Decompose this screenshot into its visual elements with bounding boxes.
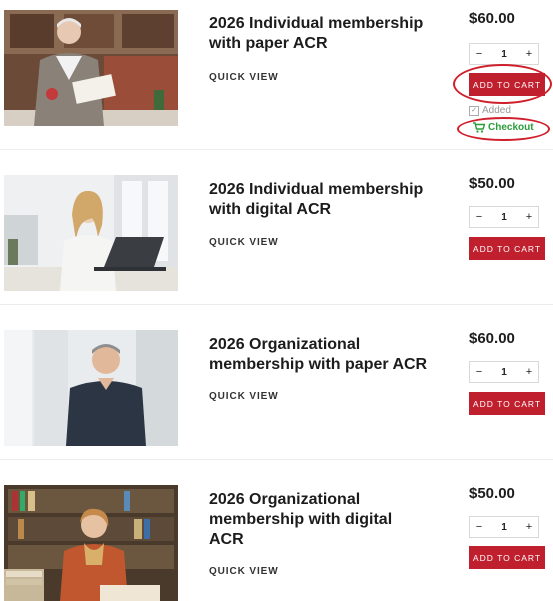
- add-to-cart-button[interactable]: ADD TO CART: [469, 237, 545, 260]
- quick-view-link[interactable]: QUICK VIEW: [209, 391, 279, 402]
- quick-view-link[interactable]: QUICK VIEW: [209, 237, 279, 248]
- qty-value[interactable]: 1: [488, 522, 520, 533]
- title-line: 2026 Organizational: [209, 491, 361, 508]
- title-line: membership with digital: [209, 511, 393, 528]
- product-price: $60.00: [469, 330, 515, 347]
- title-line: 2026 Individual membership: [209, 181, 424, 198]
- product-card-individual-digital: 2026 Individual membership with digital …: [0, 150, 553, 305]
- add-to-cart-button[interactable]: ADD TO CART: [469, 73, 545, 96]
- product-image[interactable]: [4, 10, 178, 126]
- qty-value[interactable]: 1: [488, 367, 520, 378]
- product-price: $50.00: [469, 485, 515, 502]
- qty-increment-button[interactable]: +: [520, 211, 538, 223]
- product-title[interactable]: 2026 Individual membership with paper AC…: [209, 14, 449, 54]
- title-line: membership with paper ACR: [209, 356, 428, 373]
- add-to-cart-button[interactable]: ADD TO CART: [469, 546, 545, 569]
- qty-decrement-button[interactable]: −: [470, 366, 488, 378]
- checkout-label: Checkout: [488, 122, 534, 133]
- added-label: Added: [482, 105, 511, 116]
- qty-increment-button[interactable]: +: [520, 48, 538, 60]
- qty-value[interactable]: 1: [488, 49, 520, 60]
- quick-view-link[interactable]: QUICK VIEW: [209, 566, 279, 577]
- product-price: $50.00: [469, 175, 515, 192]
- title-line: 2026 Organizational: [209, 336, 361, 353]
- product-title[interactable]: 2026 Individual membership with digital …: [209, 180, 449, 220]
- qty-decrement-button[interactable]: −: [470, 211, 488, 223]
- qty-decrement-button[interactable]: −: [470, 521, 488, 533]
- product-card-organizational-paper: 2026 Organizational membership with pape…: [0, 305, 553, 460]
- title-line: ACR: [209, 531, 244, 548]
- man-portrait-photo: [4, 330, 178, 446]
- product-title[interactable]: 2026 Organizational membership with pape…: [209, 335, 449, 375]
- product-image[interactable]: [4, 485, 178, 601]
- product-image[interactable]: [4, 175, 178, 291]
- quick-view-link[interactable]: QUICK VIEW: [209, 72, 279, 83]
- title-line: 2026 Individual membership: [209, 15, 424, 32]
- product-card-organizational-digital: 2026 Organizational membership with digi…: [0, 460, 553, 601]
- qty-increment-button[interactable]: +: [520, 521, 538, 533]
- title-line: with digital ACR: [209, 201, 332, 218]
- product-price: $60.00: [469, 10, 515, 27]
- quantity-stepper: − 1 +: [469, 43, 539, 65]
- checkout-link[interactable]: Checkout: [473, 122, 534, 133]
- add-to-cart-button[interactable]: ADD TO CART: [469, 392, 545, 415]
- added-indicator: ✓ Added: [469, 105, 511, 116]
- product-image[interactable]: [4, 330, 178, 446]
- woman-laptop-photo: [4, 175, 178, 291]
- quantity-stepper: − 1 +: [469, 361, 539, 383]
- qty-value[interactable]: 1: [488, 212, 520, 223]
- quantity-stepper: − 1 +: [469, 206, 539, 228]
- woman-library-photo: [4, 485, 178, 601]
- qty-increment-button[interactable]: +: [520, 366, 538, 378]
- quantity-stepper: − 1 +: [469, 516, 539, 538]
- check-icon: ✓: [469, 105, 479, 116]
- product-card-individual-paper: 2026 Individual membership with paper AC…: [0, 0, 553, 150]
- product-title[interactable]: 2026 Organizational membership with digi…: [209, 490, 449, 550]
- title-line: with paper ACR: [209, 35, 328, 52]
- woman-reading-photo: [4, 10, 178, 126]
- cart-icon: [473, 122, 485, 133]
- qty-decrement-button[interactable]: −: [470, 48, 488, 60]
